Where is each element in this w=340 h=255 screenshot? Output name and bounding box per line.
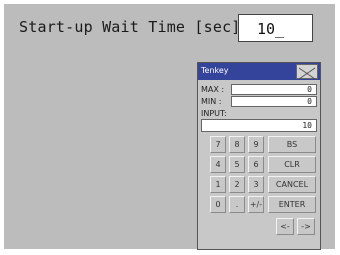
enter-button[interactable]: ENTER [268, 196, 316, 213]
key-plus-minus[interactable]: +/- [248, 196, 264, 213]
key-1[interactable]: 1 [210, 176, 226, 193]
key-4[interactable]: 4 [210, 156, 226, 173]
hmi-screen: Start-up Wait Time [sec] 10_ Tenkey MAX … [4, 4, 335, 250]
key-decimal[interactable]: . [229, 196, 245, 213]
min-label: MIN : [201, 97, 222, 106]
clear-button[interactable]: CLR [268, 156, 316, 173]
key-8[interactable]: 8 [229, 136, 245, 153]
input-value[interactable]: 10 [201, 119, 317, 132]
key-7[interactable]: 7 [210, 136, 226, 153]
tenkey-dialog: Tenkey MAX : 0 MIN : 0 INPUT: 10 7 8 9 B… [197, 62, 321, 250]
close-button[interactable] [296, 64, 318, 80]
tenkey-title-bar[interactable]: Tenkey [198, 63, 320, 80]
key-2[interactable]: 2 [229, 176, 245, 193]
startup-wait-time-field[interactable]: 10_ [238, 14, 313, 42]
input-label: INPUT: [201, 109, 227, 118]
max-label: MAX : [201, 85, 225, 94]
key-9[interactable]: 9 [248, 136, 264, 153]
key-6[interactable]: 6 [248, 156, 264, 173]
tenkey-title: Tenkey [201, 66, 229, 75]
key-3[interactable]: 3 [248, 176, 264, 193]
cursor-right-button[interactable]: -> [297, 218, 315, 235]
cancel-button[interactable]: CANCEL [268, 176, 316, 193]
close-x-icon [298, 67, 316, 80]
backspace-button[interactable]: BS [268, 136, 316, 153]
cursor-left-button[interactable]: <- [276, 218, 294, 235]
key-5[interactable]: 5 [229, 156, 245, 173]
key-0[interactable]: 0 [210, 196, 226, 213]
max-value: 0 [231, 84, 317, 95]
min-value: 0 [231, 96, 317, 107]
startup-wait-time-label: Start-up Wait Time [sec] [19, 18, 241, 36]
